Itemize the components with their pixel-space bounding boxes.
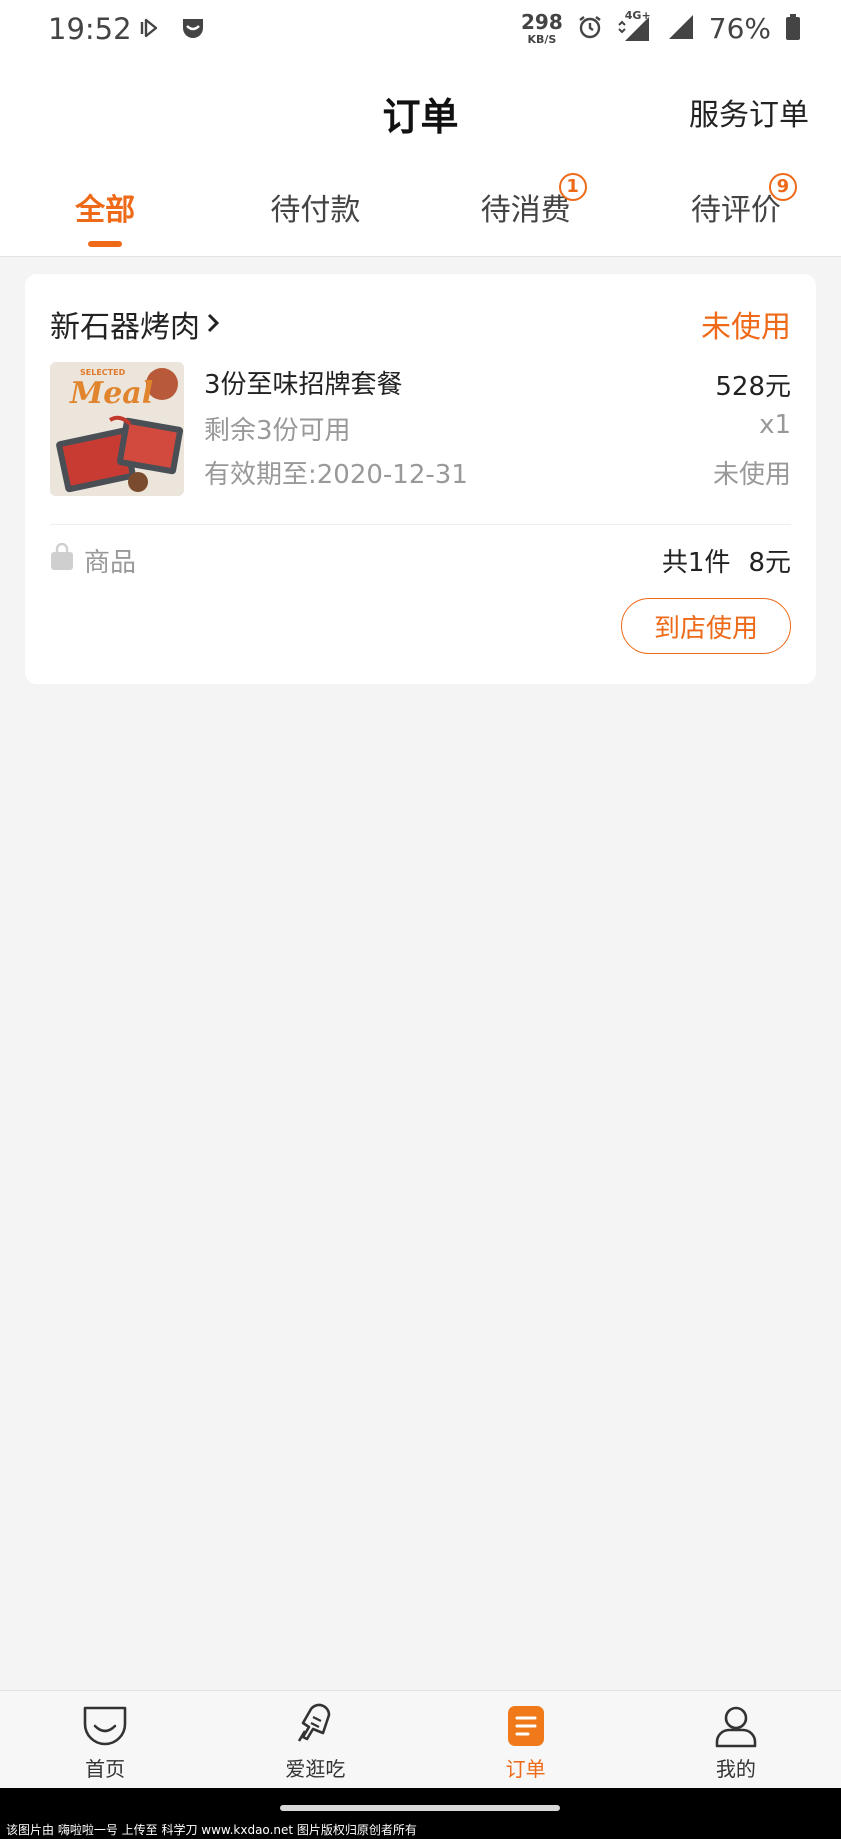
watermark-text: 该图片由 嗨啦啦一号 上传至 科学刀 www.kxdao.net 图片版权归原创… xyxy=(6,1823,417,1837)
network-type: 4G+ xyxy=(624,8,651,22)
tab-label-text: 待消费 xyxy=(480,193,571,228)
alarm-icon xyxy=(577,14,603,44)
signal-4g-icon: 4G+ xyxy=(617,9,653,43)
nav-profile[interactable]: 我的 xyxy=(631,1691,841,1788)
vibrate-icon xyxy=(138,16,162,44)
item-status: 未使用 xyxy=(712,460,791,490)
status-right: 298 KB/S 4G+ 76% xyxy=(521,9,801,45)
net-speed-value: 298 xyxy=(521,10,563,34)
order-summary: 共1件 8元 xyxy=(662,542,791,579)
tab-pending-review[interactable]: 待评价 9 xyxy=(631,173,841,245)
tab-label: 待评价 9 xyxy=(690,173,797,229)
app-notification-icon xyxy=(180,16,206,44)
item-remaining: 剩余3份可用 xyxy=(204,416,351,446)
battery-icon xyxy=(785,13,801,45)
nav-label: 订单 xyxy=(505,1757,546,1781)
nav-explore[interactable]: 爱逛吃 xyxy=(210,1691,420,1788)
meal-thumbnail[interactable]: SELECTED Meal xyxy=(50,362,184,496)
total-count: 共1件 xyxy=(661,548,731,578)
status-bar: 19:52 298 KB/S 4G+ 76% xyxy=(0,0,841,62)
popsicle-icon xyxy=(290,1703,340,1749)
tab-active-indicator xyxy=(88,241,123,247)
battery-level: 76% xyxy=(708,12,771,45)
net-speed: 298 KB/S xyxy=(521,12,563,45)
home-indicator[interactable] xyxy=(280,1805,560,1811)
item-name: 3份至味招牌套餐 xyxy=(204,370,403,400)
tab-all[interactable]: 全部 xyxy=(0,185,210,247)
item-quantity: x1 xyxy=(759,410,791,440)
count-badge: 9 xyxy=(768,173,797,201)
nav-label: 首页 xyxy=(85,1757,126,1781)
profile-icon xyxy=(711,1703,761,1749)
count-badge: 1 xyxy=(558,173,587,201)
tab-label: 待付款 xyxy=(270,193,361,228)
tab-label: 全部 xyxy=(75,193,136,228)
status-left-icons xyxy=(138,16,206,44)
top-area: 19:52 298 KB/S 4G+ 76% 订单 服务订单 全部 待付款 待消… xyxy=(0,0,841,257)
nav-orders[interactable]: 订单 xyxy=(421,1691,631,1788)
order-status: 未使用 xyxy=(701,310,791,345)
item-expiry: 有效期至:2020-12-31 xyxy=(204,460,468,490)
net-speed-unit: KB/S xyxy=(527,33,557,46)
tab-label-text: 待评价 xyxy=(690,193,781,228)
goods-label: 商品 xyxy=(84,548,137,578)
service-orders-link[interactable]: 服务订单 xyxy=(689,90,809,134)
home-icon xyxy=(80,1703,130,1749)
tab-pending-payment[interactable]: 待付款 xyxy=(210,185,420,245)
order-tabs: 全部 待付款 待消费 1 待评价 9 xyxy=(0,173,841,247)
shopping-bag-icon xyxy=(50,542,74,578)
shop-name: 新石器烤肉 xyxy=(50,310,200,345)
shop-link[interactable]: 新石器烤肉 xyxy=(50,302,220,346)
chevron-right-icon xyxy=(206,307,220,342)
total-price: 8元 xyxy=(748,548,791,578)
nav-home[interactable]: 首页 xyxy=(0,1691,210,1788)
nav-label: 爱逛吃 xyxy=(285,1757,346,1781)
goods-type: 商品 xyxy=(50,542,136,579)
order-card[interactable]: 新石器烤肉 未使用 SELECTED Meal 3份至味招牌套餐 剩余3份可用 … xyxy=(25,274,816,684)
divider xyxy=(50,524,791,525)
status-time: 19:52 xyxy=(48,12,132,46)
signal-icon xyxy=(667,13,695,45)
thumbnail-title: Meal xyxy=(70,376,154,411)
tab-pending-use[interactable]: 待消费 1 xyxy=(421,173,631,245)
tab-label: 待消费 1 xyxy=(480,173,587,229)
use-in-store-button[interactable]: 到店使用 xyxy=(621,598,791,654)
bottom-nav: 首页 爱逛吃 订单 我的 xyxy=(0,1690,841,1788)
order-icon xyxy=(501,1703,551,1749)
item-price: 528元 xyxy=(715,372,791,402)
nav-label: 我的 xyxy=(715,1757,756,1781)
